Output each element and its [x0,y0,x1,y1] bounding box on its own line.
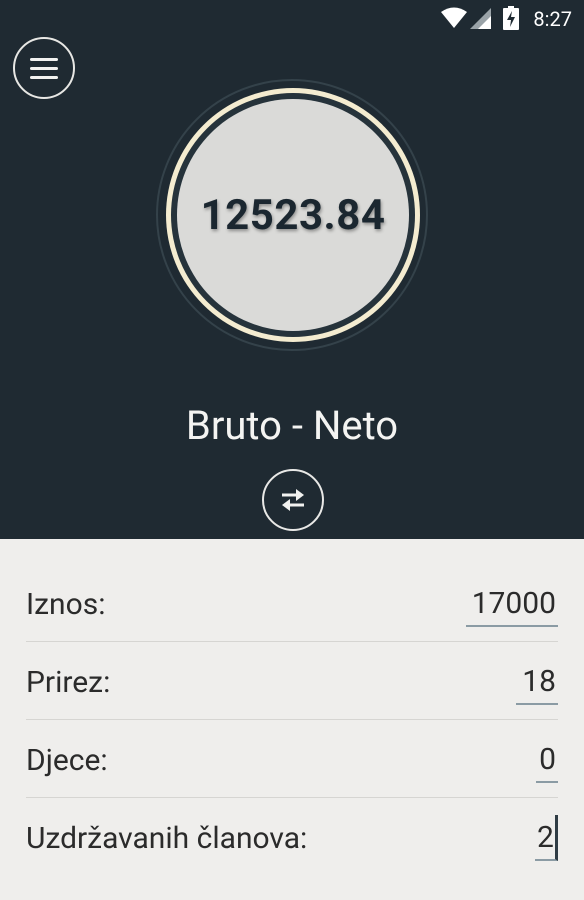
form-row-uzdrzavanih: Uzdržavanih članova: [0,799,584,877]
clock: 8:27 [533,7,572,31]
iznos-label: Iznos: [26,587,106,622]
form-row-prirez: Prirez: [0,643,584,721]
swap-mode-button[interactable] [262,469,324,531]
uzdrzavanih-field-wrap [535,815,558,861]
page-title: Bruto - Neto [185,402,399,449]
uzdrzavanih-input[interactable] [535,815,555,859]
divider [26,641,558,642]
divider [26,719,558,720]
djece-input[interactable] [536,737,558,781]
result-display: 12523.84 [177,99,409,331]
prirez-input[interactable] [516,659,558,703]
prirez-label: Prirez: [26,665,111,700]
djece-field-wrap [536,737,558,783]
input-form: Iznos: Prirez: Djece: Uzdržavanih članov… [0,565,584,877]
swap-arrows-icon [282,489,304,511]
form-row-iznos: Iznos: [0,565,584,643]
uzdrzavanih-label: Uzdržavanih članova: [26,821,308,856]
signal-icon [470,8,491,29]
djece-label: Djece: [26,743,108,778]
result-value: 12523.84 [200,190,386,240]
iznos-input[interactable] [466,581,558,625]
wifi-icon [441,7,467,28]
form-row-djece: Djece: [0,721,584,799]
iznos-field-wrap [466,581,558,627]
menu-button[interactable] [13,37,75,99]
header-panel: 8:27 12523.84 Bruto - Neto [0,0,584,539]
prirez-field-wrap [516,659,558,705]
status-bar: 8:27 [0,0,584,36]
battery-charging-icon [503,6,519,30]
divider [26,797,558,798]
